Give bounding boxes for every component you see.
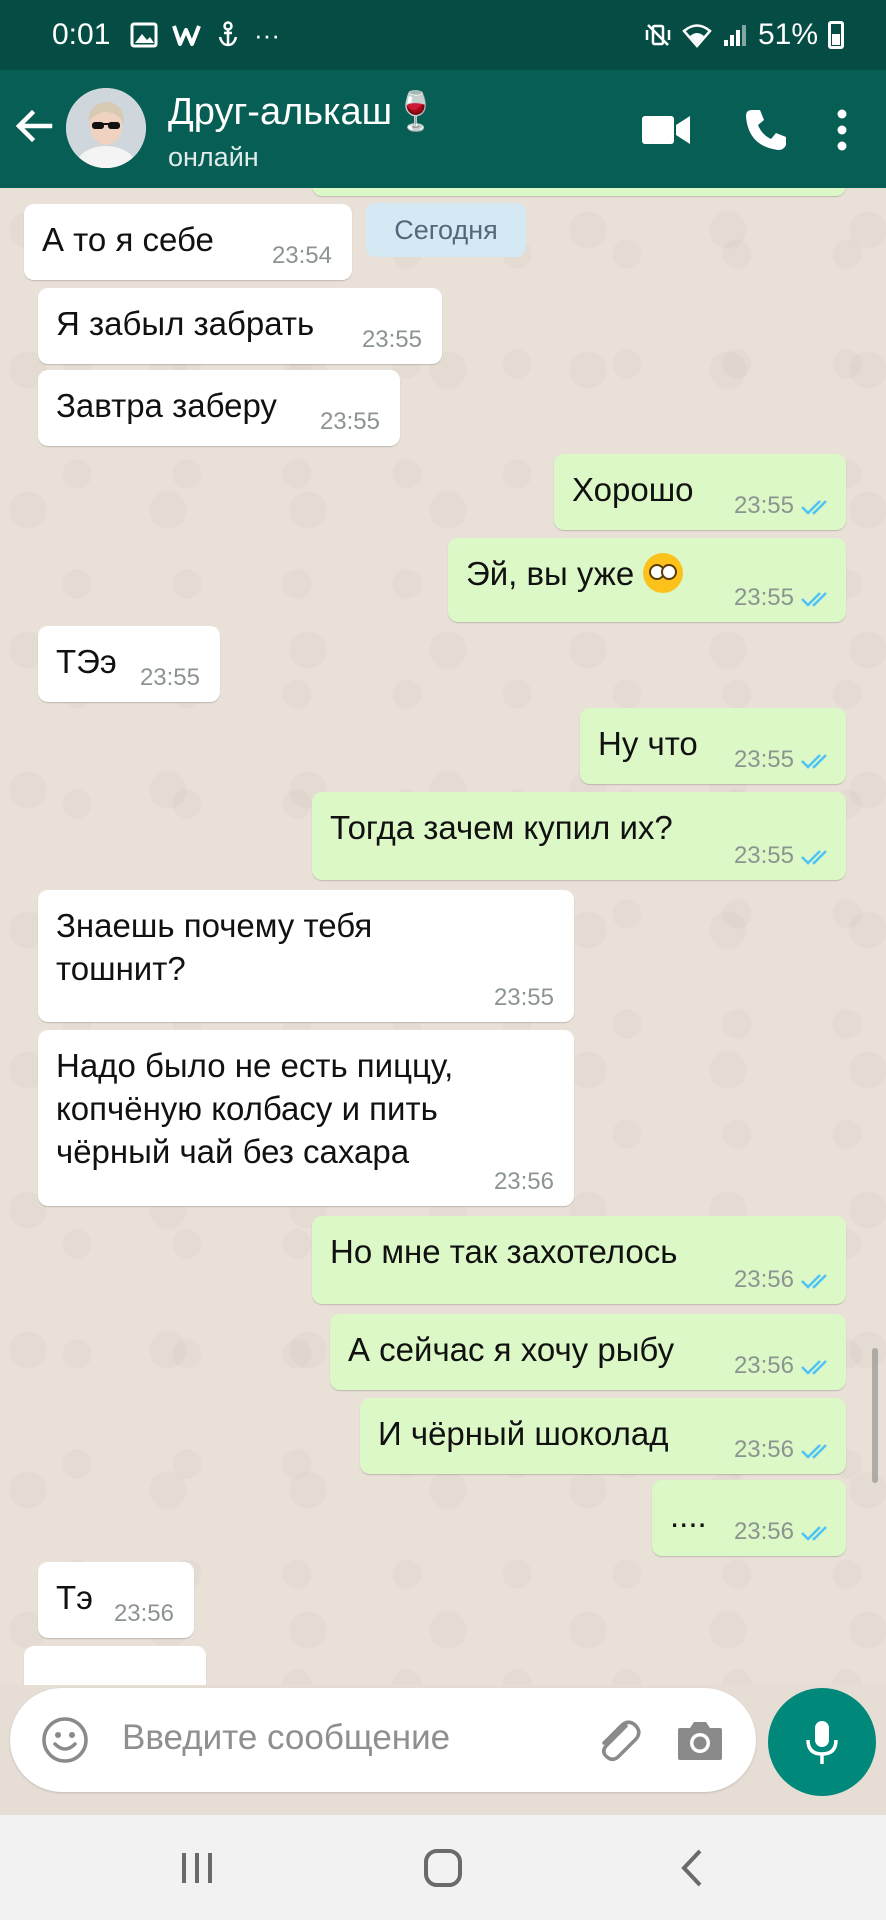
message-bubble-incoming[interactable]: Завтра заберу 23:55 <box>38 370 400 446</box>
nav-recents-icon[interactable] <box>172 1845 222 1891</box>
message-bubble-outgoing[interactable]: Но мне так захотелось 23:56 <box>312 1216 846 1304</box>
message-text: А то я себе <box>42 221 214 258</box>
message-time: 23:55 <box>361 326 422 353</box>
battery-icon <box>828 21 844 49</box>
read-ticks-icon <box>801 592 827 607</box>
scrollbar[interactable] <box>872 1348 878 1483</box>
message-time: 23:56 <box>493 1168 554 1195</box>
read-ticks-icon <box>801 1274 827 1289</box>
message-text: Эй, вы уже <box>466 552 684 595</box>
message-bubble-outgoing[interactable]: Хорошо 23:55 <box>554 454 846 530</box>
message-time: 23:55 <box>733 842 794 869</box>
read-ticks-icon <box>801 1444 827 1459</box>
date-separator: Сегодня <box>366 203 526 257</box>
read-ticks-icon <box>801 850 827 865</box>
message-text: Хорошо <box>572 471 694 508</box>
message-text: Тогда зачем купил их? <box>330 809 673 846</box>
back-arrow-icon[interactable] <box>12 104 56 148</box>
mic-icon <box>806 1721 838 1764</box>
message-text: ТЭэ <box>56 643 117 680</box>
signal-icon <box>723 25 746 46</box>
message-time: 23:55 <box>493 984 554 1011</box>
message-bubble-outgoing[interactable]: А сейчас я хочу рыбу 23:56 <box>330 1314 846 1390</box>
message-bubble-incoming[interactable]: Знаешь почему тебя тошнит? 23:55 <box>38 890 574 1022</box>
contact-status: онлайн <box>168 142 259 172</box>
message-bubble-partial[interactable] <box>24 1646 206 1685</box>
message-composer[interactable]: Введите сообщение <box>10 1688 756 1792</box>
status-bar: 0:01 ··· 51% <box>0 0 886 70</box>
message-text: Я забыл забрать <box>56 305 315 342</box>
message-list[interactable]: Сегодня А то я себе 23:54 Я забыл забрат… <box>0 188 886 1685</box>
system-navigation-bar <box>0 1815 886 1920</box>
message-bubble-partial[interactable] <box>312 188 846 196</box>
rolling-eyes-emoji-icon <box>643 553 684 593</box>
camera-icon[interactable] <box>674 1714 726 1766</box>
gallery-notification-icon <box>130 22 158 48</box>
message-input[interactable]: Введите сообщение <box>122 1718 450 1758</box>
message-text: Но мне так захотелось <box>330 1233 678 1270</box>
status-time: 0:01 <box>52 18 111 51</box>
message-bubble-outgoing[interactable]: Тогда зачем купил их? 23:55 <box>312 792 846 880</box>
more-notifications-indicator: ··· <box>254 20 280 50</box>
mic-button[interactable] <box>768 1688 876 1796</box>
read-ticks-icon <box>801 754 827 769</box>
read-ticks-icon <box>801 1360 827 1375</box>
message-text: .... <box>670 1497 707 1534</box>
message-time: 23:56 <box>733 1518 794 1545</box>
message-bubble-outgoing[interactable]: Эй, вы уже 23:55 <box>448 538 846 622</box>
message-bubble-outgoing[interactable]: Ну что 23:55 <box>580 708 846 784</box>
more-vert-icon[interactable] <box>822 104 874 156</box>
message-text: Надо было не есть пиццу, копчёную колбас… <box>56 1047 454 1170</box>
nav-home-icon[interactable] <box>418 1845 468 1891</box>
nav-back-icon[interactable] <box>668 1845 718 1891</box>
contact-avatar[interactable] <box>66 88 146 168</box>
message-bubble-outgoing[interactable]: И чёрный шоколад 23:56 <box>360 1398 846 1474</box>
message-time: 23:55 <box>733 746 794 773</box>
video-call-icon[interactable] <box>640 104 692 156</box>
message-text: А сейчас я хочу рыбу <box>348 1331 675 1368</box>
emoji-icon[interactable] <box>40 1715 90 1765</box>
message-time: 23:56 <box>113 1600 174 1627</box>
read-ticks-icon <box>801 500 827 515</box>
message-bubble-incoming[interactable]: Тэ 23:56 <box>38 1562 194 1638</box>
message-text: Знаешь почему тебя тошнит? <box>56 907 373 987</box>
message-bubble-incoming[interactable]: Я забыл забрать 23:55 <box>38 288 442 364</box>
message-time: 23:56 <box>733 1436 794 1463</box>
w-app-notification-icon <box>172 25 201 46</box>
message-time: 23:56 <box>733 1352 794 1379</box>
message-time: 23:55 <box>733 584 794 611</box>
message-time: 23:56 <box>733 1266 794 1293</box>
message-bubble-incoming[interactable]: ТЭэ 23:55 <box>38 626 220 702</box>
anchor-notification-icon <box>218 21 238 47</box>
message-time: 23:54 <box>271 242 332 269</box>
battery-percent: 51% <box>757 18 818 51</box>
contact-name[interactable]: Друг-алькаш🍷 <box>168 90 439 134</box>
system-status: 51% <box>644 18 844 52</box>
message-text-content: Эй, вы уже <box>466 555 635 592</box>
message-time: 23:55 <box>733 492 794 519</box>
wifi-icon <box>682 24 712 48</box>
message-bubble-incoming[interactable]: А то я себе 23:54 <box>24 204 352 280</box>
notification-icons: ··· <box>130 20 280 50</box>
message-text: Ну что <box>598 725 698 762</box>
read-ticks-icon <box>801 1526 827 1541</box>
message-text: И чёрный шоколад <box>378 1415 669 1452</box>
message-bubble-outgoing[interactable]: .... 23:56 <box>652 1480 846 1556</box>
message-text: Завтра заберу <box>56 387 277 424</box>
attach-icon[interactable] <box>590 1712 646 1768</box>
message-time: 23:55 <box>319 408 380 435</box>
chat-header: Друг-алькаш🍷 онлайн <box>0 70 886 188</box>
message-time: 23:55 <box>139 664 200 691</box>
message-bubble-incoming[interactable]: Надо было не есть пиццу, копчёную колбас… <box>38 1030 574 1206</box>
vibrate-icon <box>645 24 671 46</box>
message-text: Тэ <box>56 1579 93 1616</box>
phone-icon[interactable] <box>740 104 792 156</box>
